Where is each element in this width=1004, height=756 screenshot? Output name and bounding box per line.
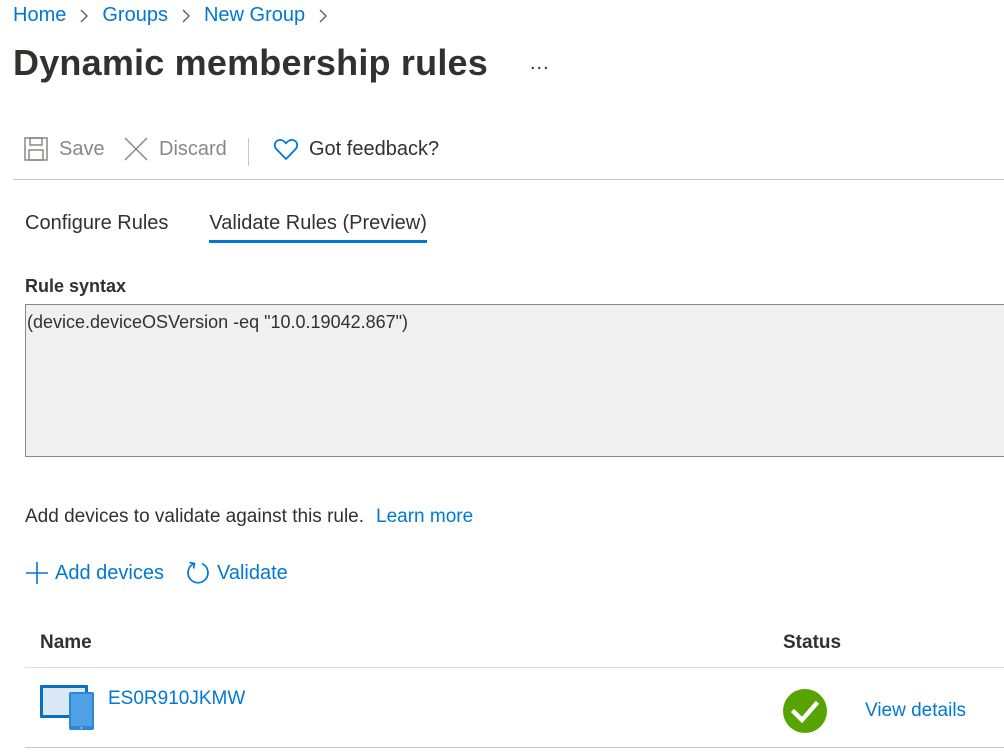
breadcrumb-home[interactable]: Home [13,4,66,27]
devices-table: Name Status ES0R910JKMW View details [25,620,1004,748]
toolbar-divider [248,138,249,166]
add-devices-label: Add devices [55,561,164,584]
breadcrumb-groups[interactable]: Groups [102,4,168,27]
checkmark-circle-icon [783,689,827,733]
discard-button[interactable]: Discard [123,136,227,162]
chevron-right-icon [80,9,89,22]
breadcrumb-new-group[interactable]: New Group [204,4,305,27]
view-details-link[interactable]: View details [865,700,966,722]
chevron-right-icon [319,9,328,22]
learn-more-link[interactable]: Learn more [376,506,473,527]
column-header-name[interactable]: Name [40,632,92,654]
rule-syntax-textbox[interactable]: (device.deviceOSVersion -eq "10.0.19042.… [25,304,1004,457]
refresh-icon [187,561,209,584]
feedback-label: Got feedback? [309,137,440,160]
column-header-status[interactable]: Status [783,632,841,654]
rule-syntax-label: Rule syntax [25,276,127,296]
chevron-right-icon [182,9,190,22]
command-bar: Save Discard Got feedback? [13,130,1004,180]
validate-label: Validate [216,561,288,584]
device-name-link[interactable]: ES0R910JKMW [108,688,245,710]
table-row[interactable]: ES0R910JKMW View details [25,668,1004,748]
heart-icon [273,139,299,160]
validate-button[interactable]: Validate [185,560,288,586]
title-row: Dynamic membership rules ... [13,42,554,84]
help-text: Add devices to validate against this rul… [25,506,365,527]
page: Home Groups New Group Dynamic membership… [0,0,1004,756]
breadcrumb: Home Groups New Group [13,4,341,27]
page-title: Dynamic membership rules [13,42,488,83]
tab-configure-rules[interactable]: Configure Rules [25,210,168,243]
add-devices-button[interactable]: Add devices [25,561,164,585]
save-button[interactable]: Save [23,136,105,162]
save-label: Save [59,137,105,160]
help-row: Add devices to validate against this rul… [25,506,473,528]
actions-bar: Add devices Validate [25,560,309,586]
save-icon [24,137,48,161]
table-header: Name Status [25,620,1004,668]
feedback-button[interactable]: Got feedback? [273,136,439,162]
tab-list: Configure Rules Validate Rules (Preview) [25,210,468,243]
discard-label: Discard [159,137,227,160]
more-options-icon[interactable]: ... [526,52,554,75]
close-icon [124,137,148,161]
device-icon [40,685,94,730]
plus-icon [26,562,48,584]
tab-validate-rules[interactable]: Validate Rules (Preview) [209,210,427,243]
